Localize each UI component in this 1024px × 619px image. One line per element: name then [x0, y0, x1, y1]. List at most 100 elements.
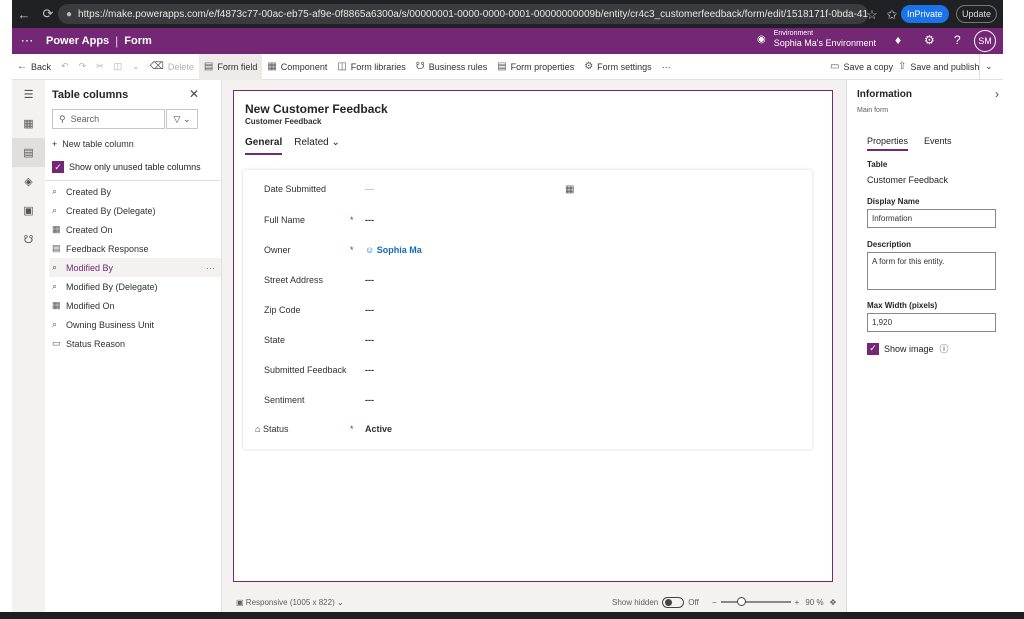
show-unused-label: Show only unused table columns: [69, 162, 201, 172]
zoom-slider[interactable]: [720, 597, 791, 606]
inprivate-badge[interactable]: InPrivate: [901, 5, 949, 23]
component-button[interactable]: ▦ Component: [262, 54, 332, 80]
description-field[interactable]: A form for this entity.: [867, 252, 996, 290]
tree-view-icon[interactable]: ☋: [12, 225, 45, 254]
delete-label: Delete: [167, 61, 194, 72]
max-width-field[interactable]: 1,920: [867, 313, 996, 332]
form-field-row[interactable]: State ---: [243, 330, 812, 350]
form-field-row[interactable]: Full Name * ---: [243, 210, 812, 230]
field-value[interactable]: ---: [365, 215, 374, 225]
fit-to-screen-icon[interactable]: ✥: [830, 598, 837, 607]
column-item[interactable]: ▤ Feedback Response: [49, 239, 221, 258]
redo-button[interactable]: ↷: [74, 54, 92, 80]
help-icon[interactable]: ?: [954, 33, 961, 47]
form-field-row[interactable]: Submitted Feedback ---: [243, 360, 812, 380]
field-value[interactable]: ---: [365, 395, 374, 405]
info-icon[interactable]: ⓘ: [940, 342, 949, 355]
form-field-row[interactable]: Street Address ---: [243, 270, 812, 290]
refresh-icon[interactable]: ⟳: [36, 6, 60, 22]
field-value[interactable]: ---: [365, 335, 374, 345]
image-icon[interactable]: ▣: [12, 196, 45, 225]
column-item-label: Modified On: [66, 300, 115, 311]
field-label-text: Full Name: [264, 215, 306, 225]
more-options-icon[interactable]: ···: [206, 263, 215, 273]
form-field-row[interactable]: Owner * ☺ Sophia Ma: [243, 240, 812, 260]
address-bar[interactable]: ● https://make.powerapps.com/e/f4873c77-…: [58, 4, 868, 24]
form-properties-button[interactable]: ▤ Form properties: [492, 54, 579, 80]
form-field-row[interactable]: Date Submitted --- ▦: [243, 179, 812, 199]
layers-icon[interactable]: ◈: [12, 167, 45, 196]
left-nav-rail: ☰ ▦ ▤ ◈ ▣ ☋: [12, 80, 45, 612]
environment-picker[interactable]: ◉ Environment Sophia Ma's Environment: [757, 30, 876, 48]
back-button[interactable]: ← Back: [12, 54, 56, 80]
update-button[interactable]: Update: [956, 5, 998, 23]
bell-icon[interactable]: ♦: [895, 33, 901, 47]
column-item[interactable]: ⌕ Owning Business Unit: [49, 315, 221, 334]
field-value[interactable]: ---: [365, 365, 374, 375]
column-item[interactable]: ▭ Status Reason: [49, 334, 221, 353]
undo-button[interactable]: ↶: [56, 54, 74, 80]
avatar[interactable]: SM: [974, 30, 996, 52]
delete-button[interactable]: ⌫ Delete: [145, 54, 199, 80]
search-input[interactable]: ⚲ Search: [52, 109, 165, 129]
components-icon[interactable]: ▦: [12, 109, 45, 138]
zoom-value: 90 %: [805, 597, 824, 607]
responsive-selector[interactable]: ▣ Responsive (1005 x 822) ⌄: [236, 598, 344, 607]
show-unused-checkbox[interactable]: ✓ Show only unused table columns: [52, 161, 201, 173]
column-item[interactable]: ▦ Modified On: [49, 296, 221, 315]
form-section[interactable]: Date Submitted --- ▦ Full Name * --- Owner * ☺ S…: [243, 170, 812, 449]
form-preview[interactable]: New Customer Feedback Customer Feedback …: [233, 90, 833, 582]
field-value[interactable]: ---: [365, 305, 374, 315]
save-dropdown-button[interactable]: ⌄: [979, 53, 998, 80]
search-icon: ⚲: [59, 113, 66, 124]
paste-button[interactable]: ◫: [109, 54, 128, 80]
filter-button[interactable]: ▽ ⌄: [166, 109, 198, 129]
save-publish-button[interactable]: ⇧ Save and publish: [893, 54, 984, 80]
chevron-right-icon[interactable]: ›: [995, 87, 999, 101]
chevron-down-icon: ⌄: [336, 597, 344, 607]
tab-events[interactable]: Events: [924, 136, 952, 151]
browser-toolbar: ← ⟳ ● https://make.powerapps.com/e/f4873…: [12, 0, 1003, 28]
properties-title: Information: [857, 89, 912, 100]
field-value[interactable]: ---: [365, 275, 374, 285]
column-item[interactable]: ▦ Created On: [49, 220, 221, 239]
paste-dropdown[interactable]: ⌄: [127, 54, 145, 80]
zoom-in-icon[interactable]: +: [795, 598, 800, 607]
tab-properties[interactable]: Properties: [867, 136, 909, 151]
app-title[interactable]: Power Apps: [46, 35, 109, 47]
show-hidden-toggle[interactable]: [662, 596, 685, 608]
field-value[interactable]: Active: [365, 424, 392, 434]
tab-general[interactable]: General: [245, 137, 283, 155]
column-item[interactable]: ⌕ Created By: [49, 182, 221, 201]
table-columns-icon[interactable]: ▤: [12, 138, 45, 167]
hamburger-icon[interactable]: ☰: [12, 80, 45, 109]
more-commands-button[interactable]: ···: [657, 54, 676, 80]
form-libraries-button[interactable]: ◫ Form libraries: [332, 54, 410, 80]
cut-button[interactable]: ✂: [91, 54, 109, 80]
waffle-icon[interactable]: ⋯: [12, 33, 42, 49]
column-item[interactable]: ⌕ Modified By ···: [49, 258, 221, 277]
form-settings-button[interactable]: ⚙ Form settings: [579, 54, 656, 80]
calendar-icon[interactable]: ▦: [565, 184, 574, 195]
field-value[interactable]: ---: [365, 184, 374, 194]
business-rules-button[interactable]: ☋ Business rules: [411, 54, 492, 80]
column-item[interactable]: ⌕ Created By (Delegate): [49, 201, 221, 220]
column-item[interactable]: ⌕ Modified By (Delegate): [49, 277, 221, 296]
show-image-checkbox[interactable]: ✓ Show image ⓘ: [867, 342, 949, 355]
zoom-slider-thumb[interactable]: [736, 597, 746, 606]
display-name-field[interactable]: Information: [867, 209, 996, 228]
form-field-row[interactable]: Sentiment ---: [243, 390, 812, 410]
form-field-button[interactable]: ▤ Form field: [198, 53, 263, 80]
form-field-row[interactable]: Zip Code ---: [243, 300, 812, 320]
save-copy-button[interactable]: ▭ Save a copy: [825, 54, 898, 80]
new-table-column-button[interactable]: + New table column: [52, 139, 134, 149]
close-icon[interactable]: ✕: [189, 87, 199, 101]
option-set-icon: ▭: [52, 338, 61, 348]
gear-icon[interactable]: ⚙: [924, 33, 935, 47]
app-window: ← ⟳ ● https://make.powerapps.com/e/f4873…: [12, 0, 1003, 612]
back-arrow-icon[interactable]: ←: [12, 7, 36, 22]
form-field-row[interactable]: ⌂ Status * Active: [243, 419, 812, 439]
tab-related[interactable]: Related ⌄: [294, 137, 340, 155]
zoom-out-icon[interactable]: −: [712, 598, 717, 607]
field-value[interactable]: ☺ Sophia Ma: [365, 245, 422, 255]
